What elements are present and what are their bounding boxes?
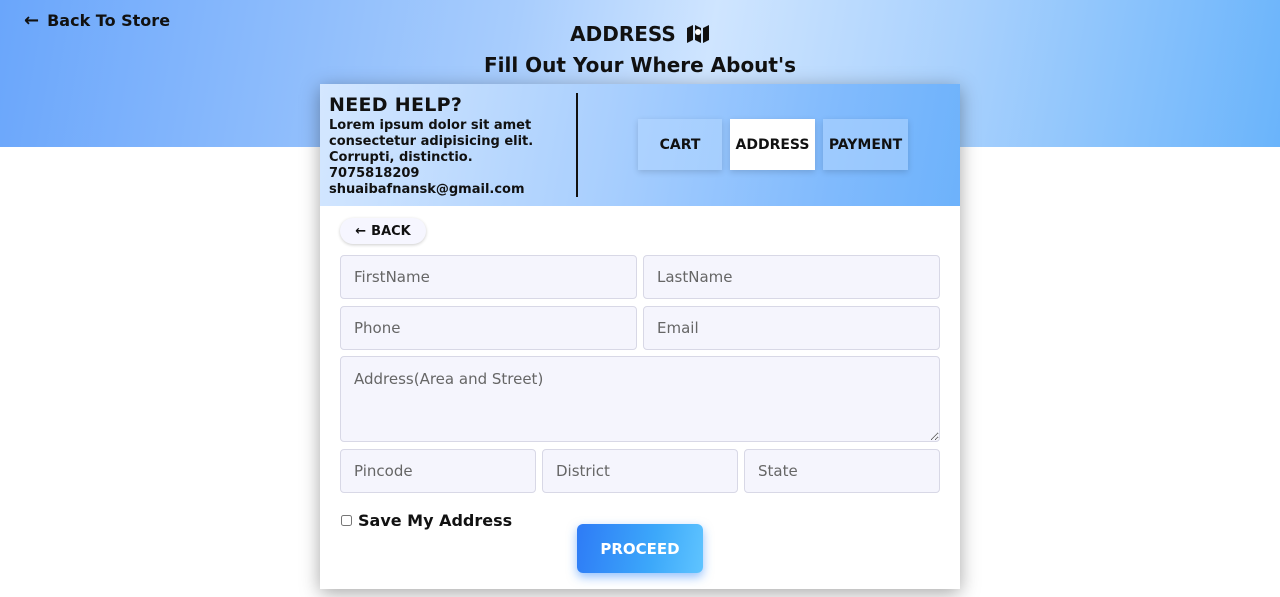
state-input[interactable]: [744, 449, 940, 493]
district-input[interactable]: [542, 449, 738, 493]
header-divider: [576, 93, 578, 197]
pincode-input[interactable]: [340, 449, 536, 493]
checkout-card: NEED HELP? Lorem ipsum dolor sit amet co…: [320, 84, 960, 589]
phone-input[interactable]: [340, 306, 637, 350]
email-input[interactable]: [643, 306, 940, 350]
step-address[interactable]: ADDRESS: [730, 119, 815, 170]
address-textarea[interactable]: [340, 356, 940, 442]
map-icon: [686, 25, 709, 43]
help-heading: NEED HELP?: [329, 94, 463, 116]
help-email: shuaibafnansk@gmail.com: [329, 182, 525, 197]
step-payment[interactable]: PAYMENT: [823, 119, 908, 170]
help-line: Lorem ipsum dolor sit amet: [329, 118, 532, 133]
first-name-input[interactable]: [340, 255, 637, 299]
page-subtitle: Fill Out Your Where About's: [483, 53, 797, 77]
last-name-input[interactable]: [643, 255, 940, 299]
step-cart[interactable]: CART: [638, 119, 722, 170]
page-title: ADDRESS: [0, 22, 1280, 46]
save-address-label: Save My Address: [358, 511, 513, 530]
proceed-button[interactable]: PROCEED: [577, 524, 703, 573]
checkout-steps: CART ADDRESS PAYMENT: [638, 119, 908, 170]
arrow-left-icon: ←: [355, 223, 367, 239]
back-button-label: BACK: [371, 223, 411, 239]
page-title-text: ADDRESS: [570, 22, 676, 46]
help-section: NEED HELP? Lorem ipsum dolor sit amet co…: [329, 94, 569, 198]
back-button[interactable]: ← BACK: [340, 218, 426, 244]
help-line: Corrupti, distinctio.: [329, 150, 473, 165]
help-line: consectetur adipisicing elit.: [329, 134, 534, 149]
card-header: NEED HELP? Lorem ipsum dolor sit amet co…: [320, 84, 960, 206]
save-address-checkbox[interactable]: [341, 515, 352, 526]
help-phone: 7075818209: [329, 166, 420, 181]
save-address-option[interactable]: Save My Address: [341, 511, 512, 530]
